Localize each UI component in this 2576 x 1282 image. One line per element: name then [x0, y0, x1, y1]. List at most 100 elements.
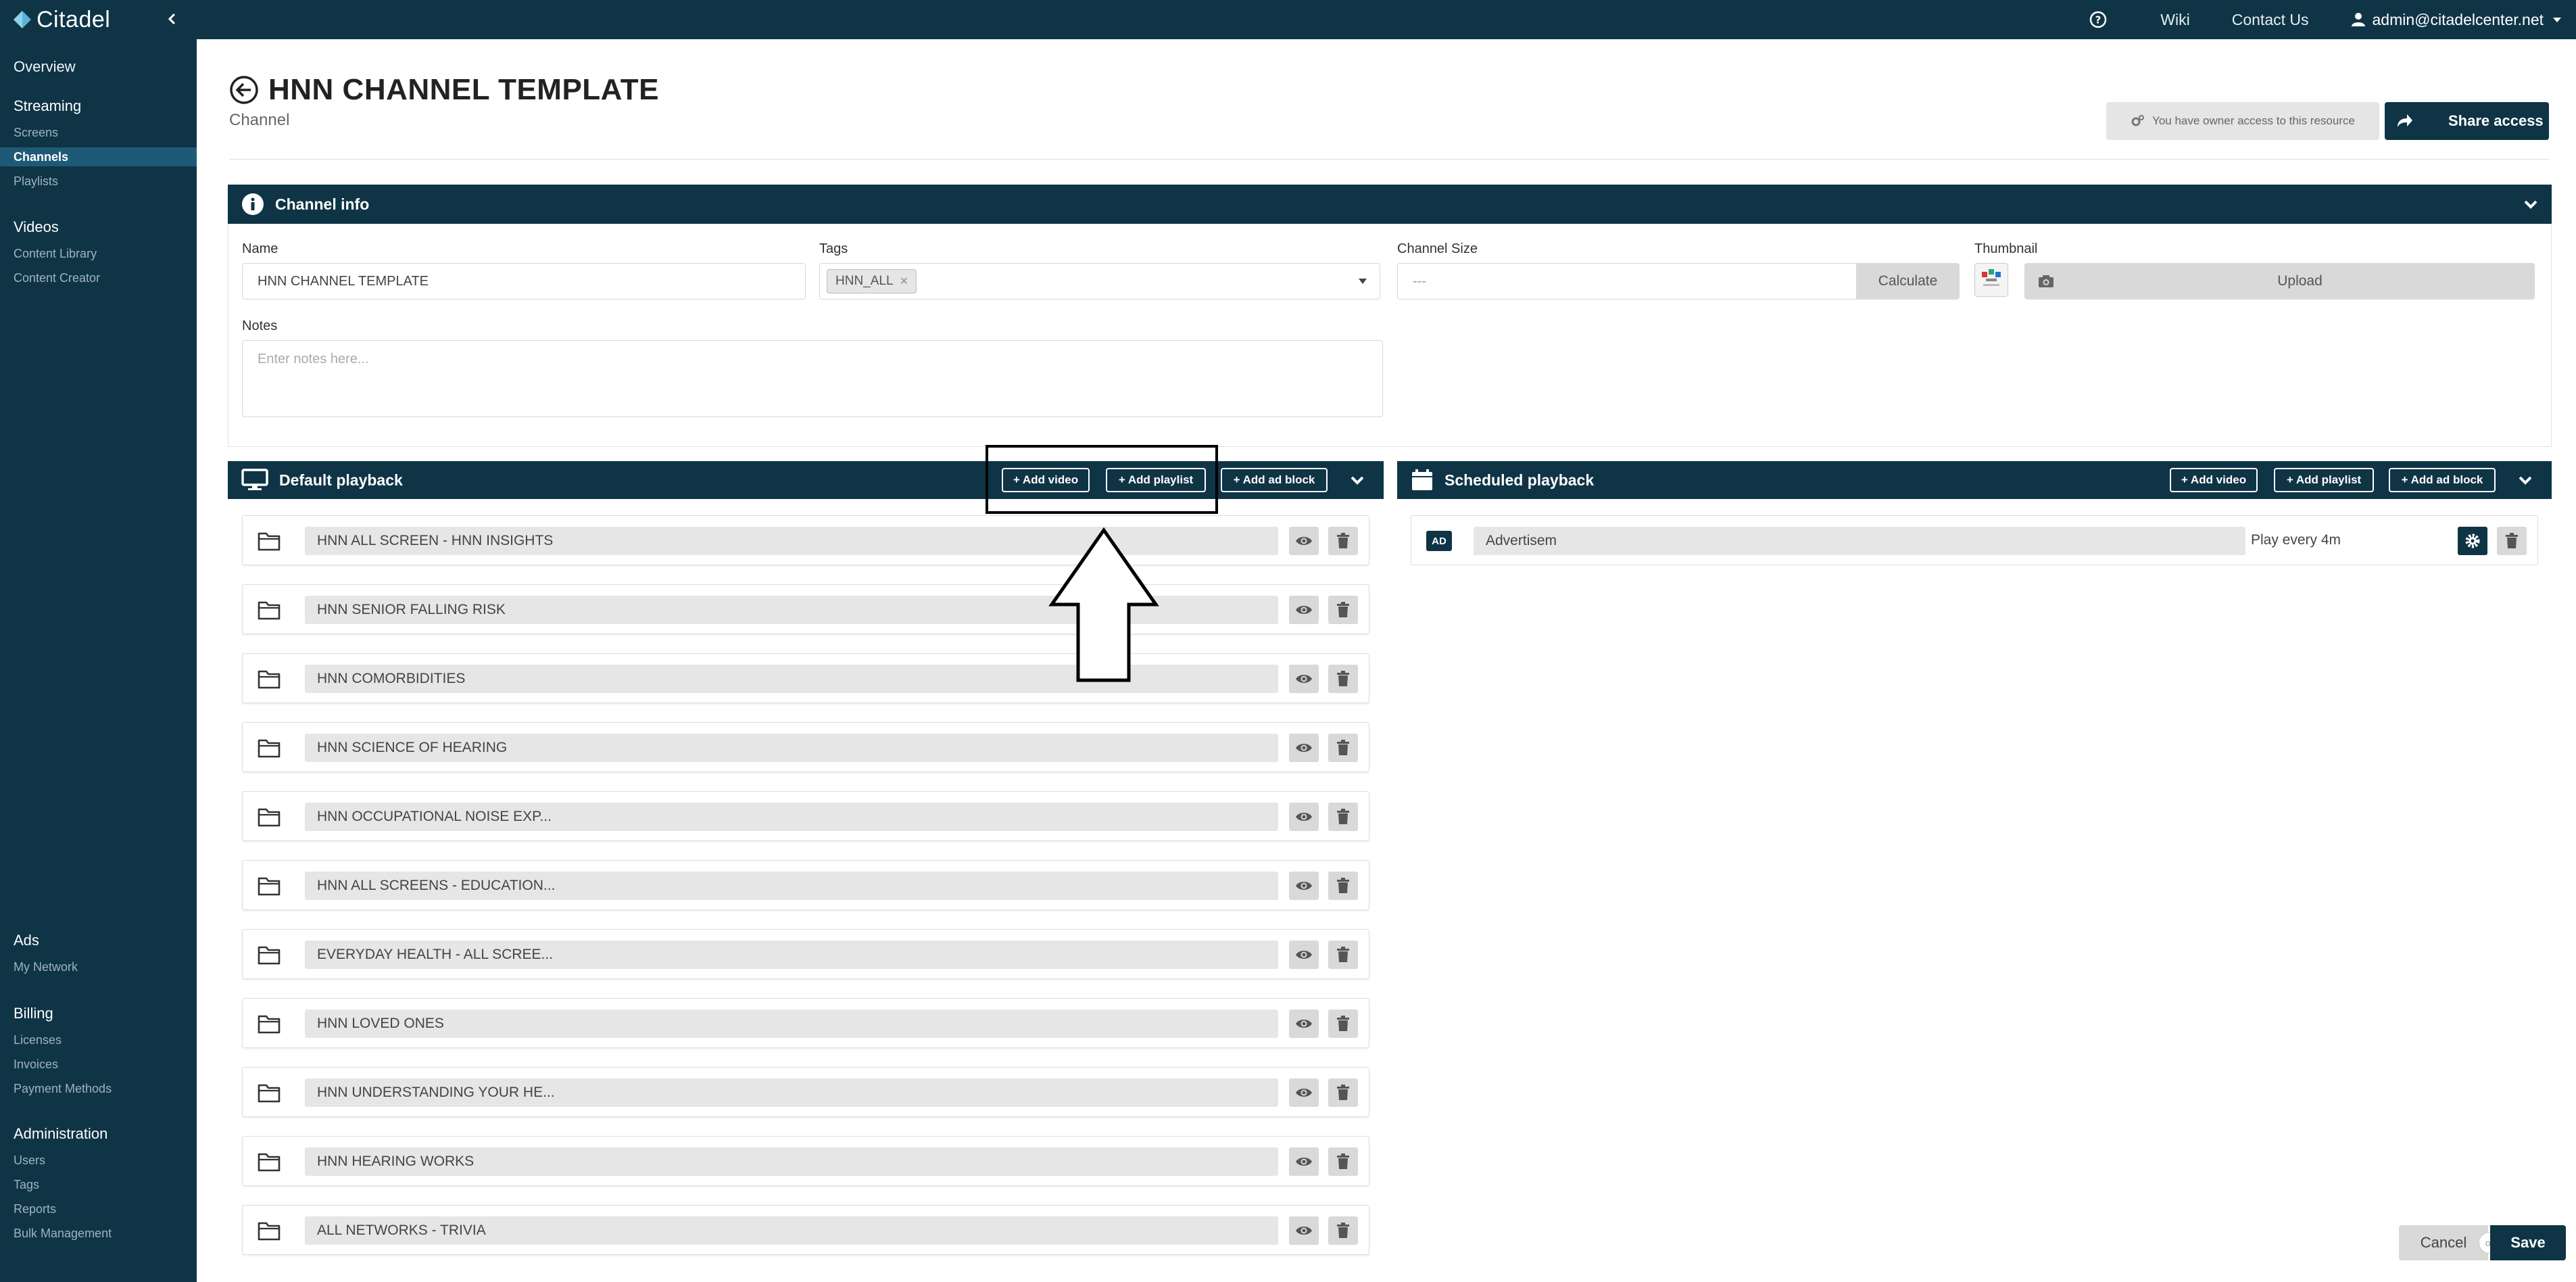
chevron-down-icon[interactable]: [2522, 195, 2539, 213]
playlist-row[interactable]: HNN COMORBIDITIES: [242, 653, 1369, 703]
sidebar-item-bulk-management[interactable]: Bulk Management: [14, 1227, 112, 1241]
wiki-link[interactable]: Wiki: [2160, 11, 2189, 29]
delete-button[interactable]: [1328, 527, 1358, 555]
chevron-down-icon[interactable]: [1348, 471, 1366, 489]
sidebar-item-payment-methods[interactable]: Payment Methods: [14, 1082, 112, 1096]
delete-button[interactable]: [1328, 596, 1358, 624]
cancel-button[interactable]: Cancel: [2399, 1225, 2488, 1260]
share-access-button[interactable]: Share access: [2385, 102, 2549, 140]
delete-button[interactable]: [1328, 941, 1358, 969]
preview-button[interactable]: [1289, 941, 1319, 969]
back-arrow-icon[interactable]: [229, 75, 259, 105]
preview-button[interactable]: [1289, 1147, 1319, 1176]
preview-button[interactable]: [1289, 596, 1319, 624]
playlist-row[interactable]: HNN ALL SCREENS - EDUCATION...: [242, 860, 1369, 910]
scheduled-add-ad-block-button[interactable]: + Add ad block: [2389, 468, 2496, 492]
upload-button[interactable]: Upload: [2024, 263, 2535, 300]
preview-button[interactable]: [1289, 1078, 1319, 1107]
folder-icon: [258, 532, 281, 551]
trash-icon: [1337, 602, 1349, 617]
eye-icon: [1296, 1089, 1312, 1097]
folder-icon: [258, 1015, 281, 1034]
sidebar-item-invoices[interactable]: Invoices: [14, 1058, 58, 1072]
sidebar-item-content-library[interactable]: Content Library: [14, 247, 97, 261]
preview-button[interactable]: [1289, 803, 1319, 831]
scheduled-playback-header[interactable]: Scheduled playback: [1397, 461, 2552, 499]
sidebar-section-videos: Videos: [14, 218, 59, 235]
delete-button[interactable]: [1328, 803, 1358, 831]
folder-icon: [258, 946, 281, 965]
sidebar-item-reports[interactable]: Reports: [14, 1202, 56, 1216]
scheduled-add-playlist-button[interactable]: + Add playlist: [2274, 468, 2374, 492]
page-title: HNN CHANNEL TEMPLATE: [268, 73, 659, 106]
sidebar-item-users[interactable]: Users: [14, 1154, 45, 1168]
calculate-button[interactable]: Calculate: [1856, 263, 1960, 300]
playlist-name-text: HNN SCIENCE OF HEARING: [317, 740, 508, 755]
preview-button[interactable]: [1289, 527, 1319, 555]
preview-button[interactable]: [1289, 734, 1319, 762]
thumbnail-preview: [1974, 263, 2008, 297]
delete-button[interactable]: [1328, 1147, 1358, 1176]
sidebar-item-overview[interactable]: Overview: [14, 58, 76, 76]
sidebar-item-licenses[interactable]: Licenses: [14, 1033, 62, 1047]
preview-button[interactable]: [1289, 872, 1319, 900]
svg-text:?: ?: [2095, 14, 2101, 26]
channel-info-header[interactable]: Channel info: [228, 185, 2552, 224]
eye-icon: [1296, 1020, 1312, 1028]
caret-down-icon[interactable]: [1358, 277, 1367, 285]
tag-remove-icon[interactable]: ×: [900, 274, 908, 289]
preview-button[interactable]: [1289, 1010, 1319, 1038]
collapse-sidebar-button[interactable]: [161, 8, 183, 30]
sidebar: Overview Streaming Screens Channels Play…: [0, 39, 197, 1282]
playlist-row[interactable]: HNN UNDERSTANDING YOUR HE...: [242, 1067, 1369, 1117]
notes-textarea[interactable]: Enter notes here...: [242, 340, 1383, 417]
calendar-icon: [1412, 469, 1432, 490]
playlist-row[interactable]: EVERYDAY HEALTH - ALL SCREE...: [242, 929, 1369, 979]
playlist-row[interactable]: HNN LOVED ONES: [242, 998, 1369, 1048]
delete-button[interactable]: [1328, 734, 1358, 762]
playlist-name-text: EVERYDAY HEALTH - ALL SCREE...: [317, 947, 553, 962]
help-icon[interactable]: ?: [2089, 10, 2108, 29]
sidebar-item-screens[interactable]: Screens: [14, 126, 58, 140]
delete-button[interactable]: [1328, 1216, 1358, 1245]
playlist-row[interactable]: HNN SCIENCE OF HEARING: [242, 722, 1369, 772]
save-button[interactable]: Save: [2490, 1225, 2566, 1260]
eye-icon: [1296, 813, 1312, 821]
tags-label: Tags: [819, 241, 848, 256]
sidebar-item-content-creator[interactable]: Content Creator: [14, 271, 100, 285]
playlist-row[interactable]: HNN OCCUPATIONAL NOISE EXP...: [242, 791, 1369, 841]
owner-access-note: You have owner access to this resource: [2106, 102, 2379, 140]
delete-button[interactable]: [1328, 872, 1358, 900]
playlist-name: HNN ALL SCREENS - EDUCATION...: [305, 872, 1278, 900]
contact-us-link[interactable]: Contact Us: [2232, 11, 2309, 29]
preview-button[interactable]: [1289, 665, 1319, 693]
playlist-row[interactable]: HNN SENIOR FALLING RISK: [242, 584, 1369, 634]
gear-icon: [2465, 533, 2480, 548]
upload-label: Upload: [2277, 273, 2323, 289]
sidebar-item-playlists[interactable]: Playlists: [14, 174, 58, 189]
playlist-name-text: HNN HEARING WORKS: [317, 1154, 475, 1169]
sidebar-item-channels[interactable]: Channels: [14, 150, 68, 164]
tags-select[interactable]: HNN_ALL ×: [819, 263, 1380, 300]
scheduled-add-video-button[interactable]: + Add video: [2170, 468, 2258, 492]
playlist-name-text: HNN ALL SCREEN - HNN INSIGHTS: [317, 533, 554, 548]
playlist-row[interactable]: HNN ALL SCREEN - HNN INSIGHTS: [242, 515, 1369, 565]
monitor-icon: [241, 469, 268, 490]
delete-button[interactable]: [1328, 665, 1358, 693]
preview-button[interactable]: [1289, 1216, 1319, 1245]
sidebar-item-my-network[interactable]: My Network: [14, 960, 78, 974]
playlist-row[interactable]: ALL NETWORKS - TRIVIA: [242, 1205, 1369, 1255]
name-input[interactable]: HNN CHANNEL TEMPLATE: [242, 263, 806, 300]
playlist-name: HNN UNDERSTANDING YOUR HE...: [305, 1078, 1278, 1107]
scheduled-delete-button[interactable]: [2497, 527, 2527, 555]
scheduled-settings-button[interactable]: [2458, 527, 2487, 555]
user-menu[interactable]: admin@citadelcenter.net: [2351, 11, 2563, 29]
sidebar-section-billing: Billing: [14, 1005, 53, 1022]
chevron-down-icon[interactable]: [2517, 471, 2534, 489]
trash-icon: [1337, 533, 1349, 548]
playlist-row[interactable]: HNN HEARING WORKS: [242, 1136, 1369, 1186]
delete-button[interactable]: [1328, 1010, 1358, 1038]
sidebar-item-tags[interactable]: Tags: [14, 1178, 39, 1192]
delete-button[interactable]: [1328, 1078, 1358, 1107]
add-ad-block-button[interactable]: + Add ad block: [1221, 468, 1328, 492]
